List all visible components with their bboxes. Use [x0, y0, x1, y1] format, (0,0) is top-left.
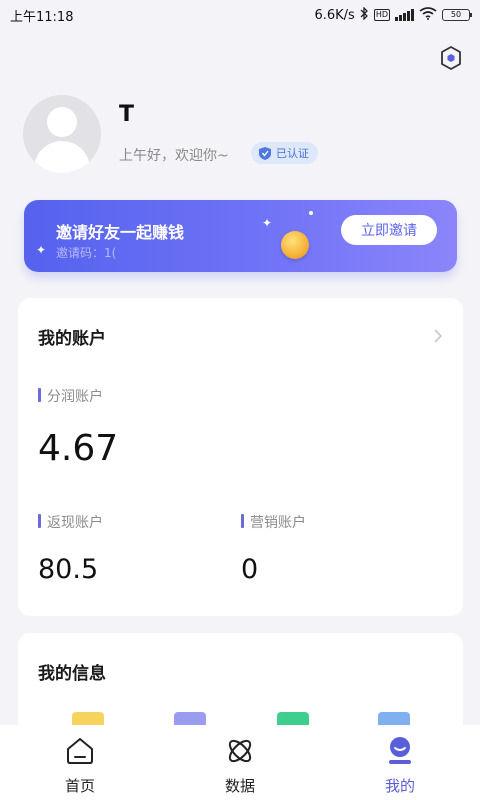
bottom-nav: 首页 数据 我的 — [0, 725, 480, 800]
status-icons: 6.6K/s HD 50 — [314, 5, 472, 24]
sparkle-icon: ✦ — [36, 243, 47, 257]
shield-check-icon — [259, 146, 271, 160]
avatar[interactable] — [23, 95, 101, 173]
home-icon — [67, 738, 93, 764]
bluetooth-icon — [360, 5, 369, 24]
verified-label: 已认证 — [276, 147, 309, 160]
volte-badge: HD — [373, 9, 390, 21]
info-title: 我的信息 — [38, 664, 106, 684]
avatar-body — [34, 141, 90, 173]
atom-icon — [228, 739, 252, 763]
hexagon-settings-icon — [441, 46, 461, 70]
settings-hex-button[interactable] — [437, 44, 465, 72]
invite-now-button[interactable]: 立即邀请 — [341, 215, 437, 245]
invite-title: 邀请好友一起赚钱 — [56, 223, 185, 242]
wifi-icon — [419, 6, 437, 24]
network-speed: 6.6K/s — [314, 7, 355, 23]
user-name: T — [119, 102, 135, 127]
verified-badge: 已认证 — [251, 142, 318, 164]
profit-account-value[interactable]: 4.67 — [38, 428, 118, 469]
avatar-head — [47, 107, 77, 137]
coin-icon — [281, 231, 309, 259]
battery-icon: 50 — [442, 9, 472, 21]
invite-banner[interactable]: ✦ ✦ 邀请好友一起赚钱 邀请码：1( 立即邀请 — [24, 200, 457, 272]
status-bar: 上午11:18 6.6K/s HD 50 — [0, 0, 480, 30]
nav-home-label: 首页 — [64, 777, 95, 795]
status-time: 上午11:18 — [10, 9, 74, 25]
profile-icon — [389, 737, 411, 764]
profit-account-label: 分润账户 — [38, 386, 103, 406]
account-title: 我的账户 — [38, 329, 106, 349]
sparkle-dot — [309, 211, 313, 215]
sparkle-icon: ✦ — [262, 216, 273, 230]
nav-mine[interactable]: 我的 — [320, 725, 480, 800]
nav-data-label: 数据 — [224, 777, 255, 795]
nav-home[interactable]: 首页 — [0, 725, 160, 800]
nav-mine-label: 我的 — [384, 777, 415, 795]
marketing-account-label: 营销账户 — [241, 512, 306, 532]
cashback-account-value[interactable]: 80.5 — [38, 554, 98, 585]
nav-data[interactable]: 数据 — [160, 725, 320, 800]
marketing-account-value[interactable]: 0 — [241, 554, 258, 585]
cashback-account-label: 返现账户 — [38, 512, 103, 532]
greeting-text: 上午好，欢迎你~ — [119, 148, 229, 164]
signal-icon — [395, 9, 414, 21]
account-card: 我的账户 分润账户 4.67 返现账户 80.5 营销账户 0 — [18, 298, 463, 616]
invite-code: 邀请码：1( — [56, 246, 117, 260]
chevron-right-icon[interactable] — [433, 328, 443, 349]
